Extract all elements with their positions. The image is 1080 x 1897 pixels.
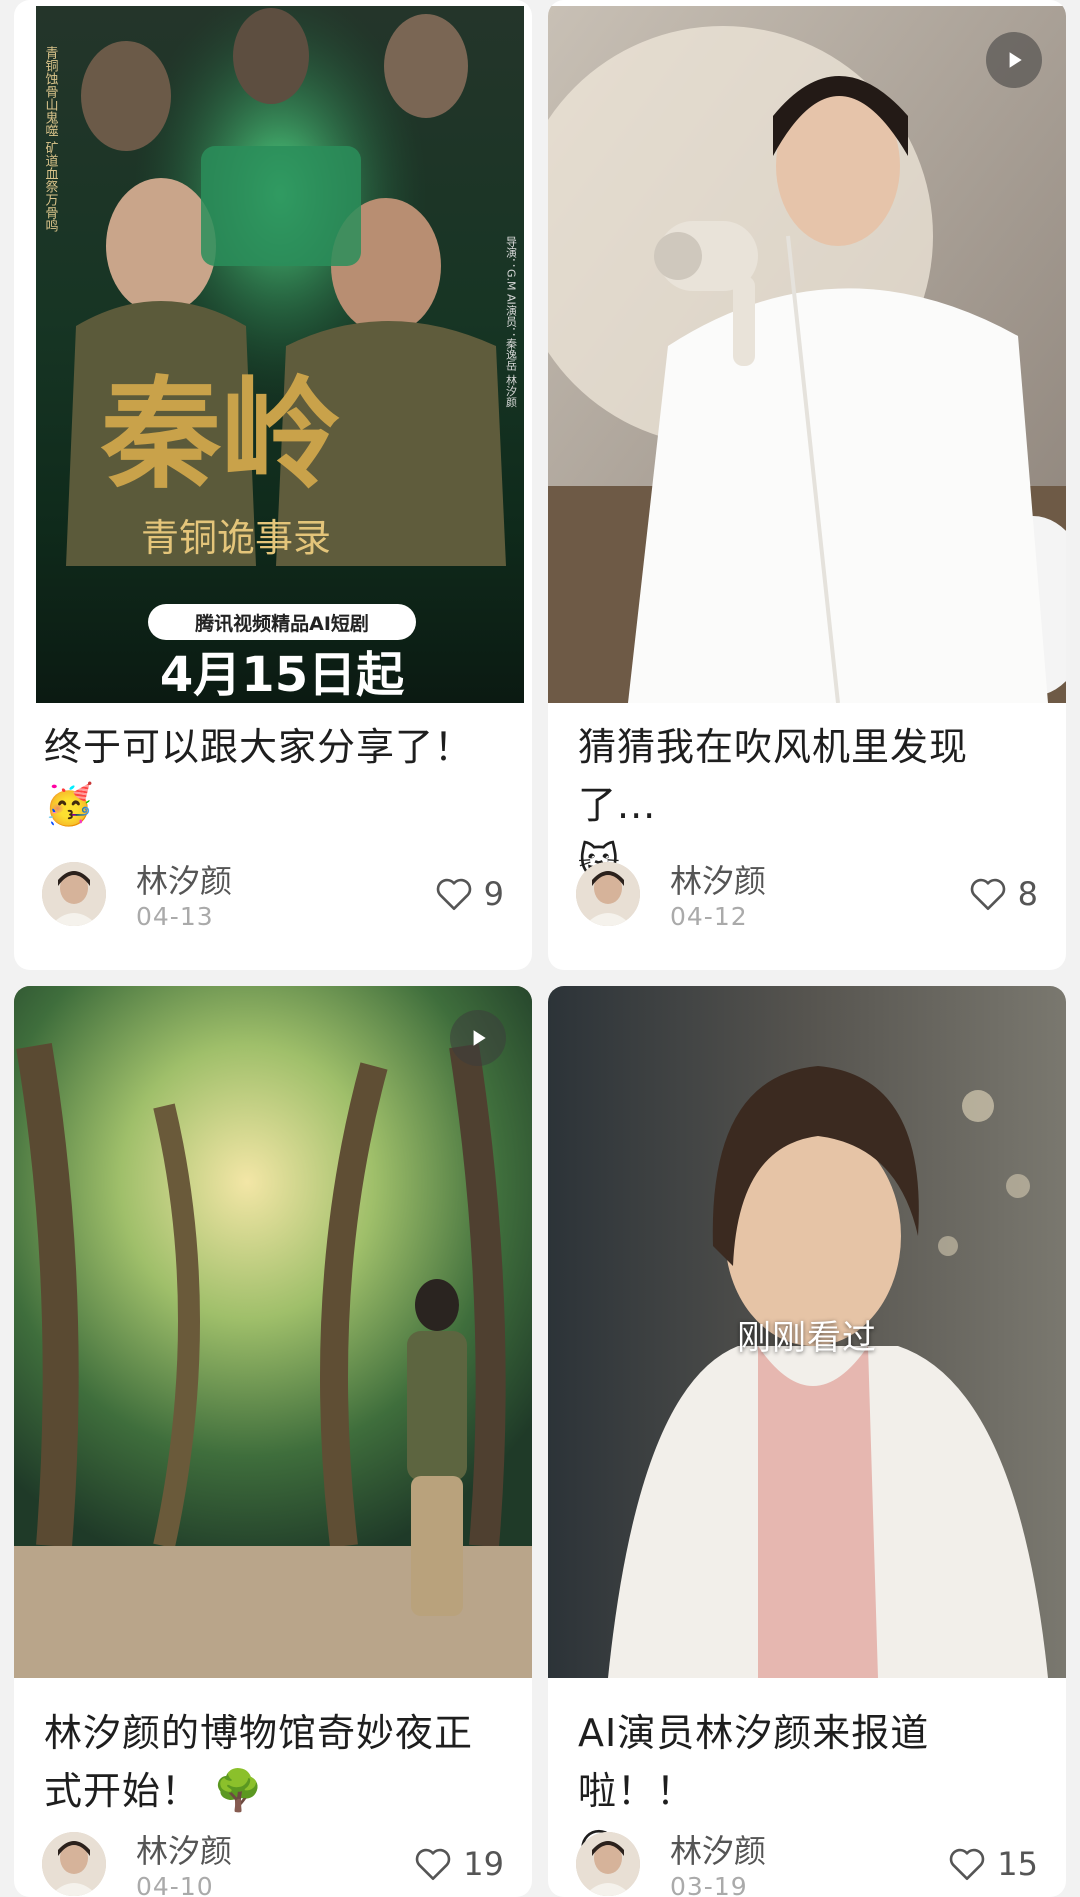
poster-subtitle: 青铜诡事录 <box>141 516 331 560</box>
post-date: 04-12 <box>670 902 748 931</box>
poster-badge: 腾讯视频精品AI短剧 <box>194 612 369 635</box>
poster-credits: 导演：G.M AI演员：秦逸岳 林汐颜 <box>505 236 518 408</box>
like-count: 8 <box>1017 875 1038 913</box>
post-date: 04-13 <box>136 902 214 931</box>
author-name[interactable]: 林汐颜 <box>670 856 766 902</box>
like-button[interactable]: 8 <box>968 872 1038 916</box>
post-meta: 林汐颜 04-10 19 <box>42 1832 504 1897</box>
poster-release-date: 4月15日起 <box>160 647 405 703</box>
heart-outline-icon <box>436 878 471 911</box>
like-count: 19 <box>463 1845 504 1883</box>
post-date: 04-10 <box>136 1872 214 1897</box>
post-thumbnail[interactable] <box>14 986 532 1678</box>
recently-viewed-label: 刚刚看过 <box>737 1318 877 1358</box>
post-meta: 林汐颜 03-19 15 <box>576 1832 1038 1897</box>
author-name[interactable]: 林汐颜 <box>670 1826 766 1872</box>
author-avatar[interactable] <box>576 1832 640 1896</box>
post-card[interactable]: 猜猜我在吹风机里发现了...😺 林汐颜 04-12 8 <box>548 0 1066 970</box>
heart-outline-icon <box>416 1848 451 1881</box>
post-title-emoji: 🌳 <box>213 1768 264 1814</box>
post-card[interactable]: 林汐颜的博物馆奇妙夜正式开始！ 🌳 林汐颜 04-10 19 <box>14 986 532 1897</box>
post-title: 终于可以跟大家分享了！ 🥳 <box>44 725 474 828</box>
post-card[interactable]: 刚刚看过 AI演员林汐颜来报道啦！！😊 林汐颜 03-19 15 <box>548 986 1066 1897</box>
heart-outline-icon <box>970 878 1005 911</box>
post-title-emoji: 🥳 <box>44 782 95 828</box>
post-thumbnail[interactable] <box>548 6 1066 703</box>
post-thumbnail[interactable]: 秦岭 青铜诡事录 腾讯视频精品AI短剧 4月15日起 青铜蚀骨山鬼噬 矿道血祭万… <box>36 6 524 703</box>
post-meta: 林汐颜 04-12 8 <box>576 862 1038 932</box>
play-icon <box>473 1030 486 1046</box>
like-count: 15 <box>997 1845 1038 1883</box>
post-card[interactable]: 秦岭 青铜诡事录 腾讯视频精品AI短剧 4月15日起 青铜蚀骨山鬼噬 矿道血祭万… <box>14 0 532 970</box>
post-date: 03-19 <box>670 1872 748 1897</box>
author-avatar[interactable] <box>576 862 640 926</box>
post-meta: 林汐颜 04-13 9 <box>42 862 504 932</box>
like-button[interactable]: 9 <box>434 872 504 916</box>
like-count: 9 <box>483 875 504 913</box>
video-play-badge <box>986 32 1042 88</box>
author-name[interactable]: 林汐颜 <box>136 1826 232 1872</box>
author-avatar[interactable] <box>42 1832 106 1896</box>
video-play-badge <box>450 1010 506 1066</box>
author-avatar[interactable] <box>42 862 106 926</box>
play-icon <box>1009 52 1022 68</box>
like-button[interactable]: 19 <box>413 1842 504 1886</box>
heart-outline-icon <box>950 1848 985 1881</box>
poster-logo: 秦岭 <box>100 364 341 505</box>
author-name[interactable]: 林汐颜 <box>136 856 232 902</box>
like-button[interactable]: 15 <box>947 1842 1038 1886</box>
post-title: 林汐颜的博物馆奇妙夜正式开始！ 🌳 <box>44 1711 474 1814</box>
poster-tagline: 青铜蚀骨山鬼噬 矿道血祭万骨鸣 <box>43 46 59 233</box>
